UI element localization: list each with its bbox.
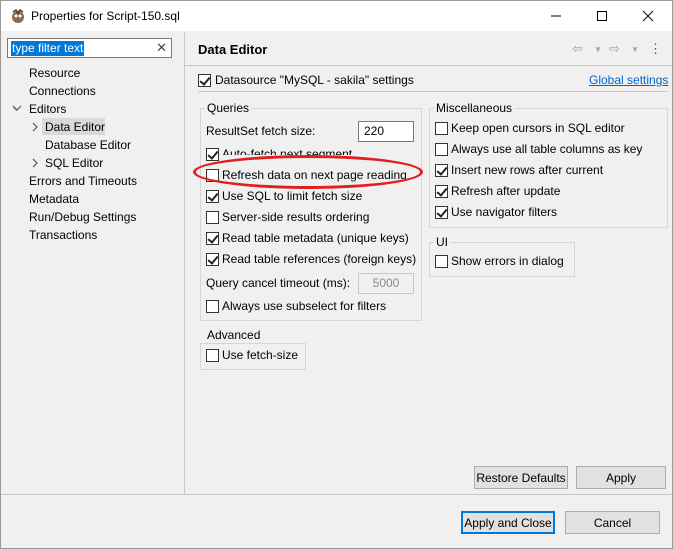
- keep-cursors-label: Keep open cursors in SQL editor: [451, 121, 625, 135]
- use-fetch-size-label: Use fetch-size: [222, 348, 299, 362]
- maximize-icon: [597, 11, 607, 21]
- sql-limit-label: Use SQL to limit fetch size: [222, 189, 363, 203]
- all-columns-key-label: Always use all table columns as key: [451, 142, 643, 156]
- title-bar: Properties for Script-150.sql: [1, 1, 672, 31]
- header-separator: [185, 65, 672, 66]
- read-metadata-label: Read table metadata (unique keys): [222, 231, 409, 245]
- clear-filter-icon[interactable]: ✕: [156, 40, 167, 56]
- navigator-filters-label: Use navigator filters: [451, 205, 558, 219]
- datasource-settings-label: Datasource "MySQL - sakila" settings: [215, 73, 414, 87]
- read-references-checkbox[interactable]: [206, 253, 219, 266]
- tree-item-transactions[interactable]: Transactions: [29, 227, 97, 243]
- forward-arrow-icon[interactable]: ⇨: [609, 41, 620, 57]
- fetch-size-input[interactable]: 220: [358, 121, 414, 142]
- refresh-after-update-checkbox[interactable]: [435, 185, 448, 198]
- refresh-after-update-label: Refresh after update: [451, 184, 561, 198]
- subselect-label: Always use subselect for filters: [222, 299, 387, 313]
- tree-item-errors-timeouts[interactable]: Errors and Timeouts: [29, 173, 137, 189]
- back-dropdown-icon[interactable]: ▼: [594, 45, 602, 54]
- refresh-next-page-checkbox[interactable]: [206, 169, 219, 182]
- back-arrow-icon[interactable]: ⇦: [572, 41, 583, 57]
- tree-item-run-debug[interactable]: Run/Debug Settings: [29, 209, 136, 225]
- tree-item-connections[interactable]: Connections: [29, 83, 96, 99]
- tree-item-editors[interactable]: Editors: [29, 101, 66, 117]
- use-fetch-size-checkbox[interactable]: [206, 349, 219, 362]
- sql-limit-checkbox[interactable]: [206, 190, 219, 203]
- cancel-button[interactable]: Cancel: [565, 511, 660, 534]
- server-ordering-checkbox[interactable]: [206, 211, 219, 224]
- close-icon: [642, 10, 654, 22]
- filter-input[interactable]: type filter text ✕: [7, 38, 172, 58]
- chevron-right-icon[interactable]: [31, 158, 39, 168]
- subselect-checkbox[interactable]: [206, 300, 219, 313]
- tree-item-database-editor[interactable]: Database Editor: [45, 137, 131, 153]
- cancel-timeout-input: 5000: [358, 273, 414, 294]
- tree-item-data-editor[interactable]: Data Editor: [45, 119, 105, 135]
- filter-input-text: type filter text: [11, 41, 85, 56]
- refresh-next-page-label: Refresh data on next page reading: [222, 168, 407, 182]
- apply-button[interactable]: Apply: [576, 466, 666, 489]
- datasource-settings-checkbox[interactable]: [198, 74, 211, 87]
- tree-item-metadata[interactable]: Metadata: [29, 191, 79, 207]
- keep-cursors-checkbox[interactable]: [435, 122, 448, 135]
- tree-item-sql-editor[interactable]: SQL Editor: [45, 155, 103, 171]
- navigator-filters-checkbox[interactable]: [435, 206, 448, 219]
- restore-defaults-button[interactable]: Restore Defaults: [474, 466, 568, 489]
- pane-divider[interactable]: [184, 32, 185, 494]
- maximize-button[interactable]: [579, 1, 625, 31]
- server-ordering-label: Server-side results ordering: [222, 210, 370, 224]
- all-columns-key-checkbox[interactable]: [435, 143, 448, 156]
- insert-rows-label: Insert new rows after current: [451, 163, 604, 177]
- auto-fetch-checkbox[interactable]: [206, 148, 219, 161]
- forward-dropdown-icon[interactable]: ▼: [631, 45, 639, 54]
- window-title: Properties for Script-150.sql: [31, 9, 180, 23]
- show-errors-checkbox[interactable]: [435, 255, 448, 268]
- minimize-icon: [551, 15, 561, 17]
- minimize-button[interactable]: [533, 1, 579, 31]
- queries-group-title: Queries: [205, 101, 252, 116]
- show-errors-label: Show errors in dialog: [451, 254, 564, 268]
- misc-group-title: Miscellaneous: [434, 101, 515, 116]
- tree-item-resource[interactable]: Resource: [29, 65, 80, 81]
- cancel-timeout-label: Query cancel timeout (ms):: [206, 276, 351, 290]
- ui-group-title: UI: [434, 235, 450, 250]
- apply-and-close-button[interactable]: Apply and Close: [461, 511, 555, 534]
- insert-rows-checkbox[interactable]: [435, 164, 448, 177]
- chevron-right-icon[interactable]: [31, 122, 39, 132]
- advanced-group-title: Advanced: [205, 328, 263, 343]
- fetch-size-label: ResultSet fetch size:: [206, 124, 316, 138]
- close-window-button[interactable]: [625, 1, 671, 31]
- footer-separator: [1, 494, 672, 495]
- expand-editors-chevron-icon[interactable]: [12, 104, 22, 112]
- read-references-label: Read table references (foreign keys): [222, 252, 417, 266]
- app-icon: [12, 8, 24, 23]
- read-metadata-checkbox[interactable]: [206, 232, 219, 245]
- datasource-separator: [198, 91, 668, 92]
- page-title: Data Editor: [198, 42, 268, 57]
- menu-dots-icon[interactable]: ⋮: [649, 41, 662, 57]
- global-settings-link[interactable]: Global settings: [589, 73, 668, 87]
